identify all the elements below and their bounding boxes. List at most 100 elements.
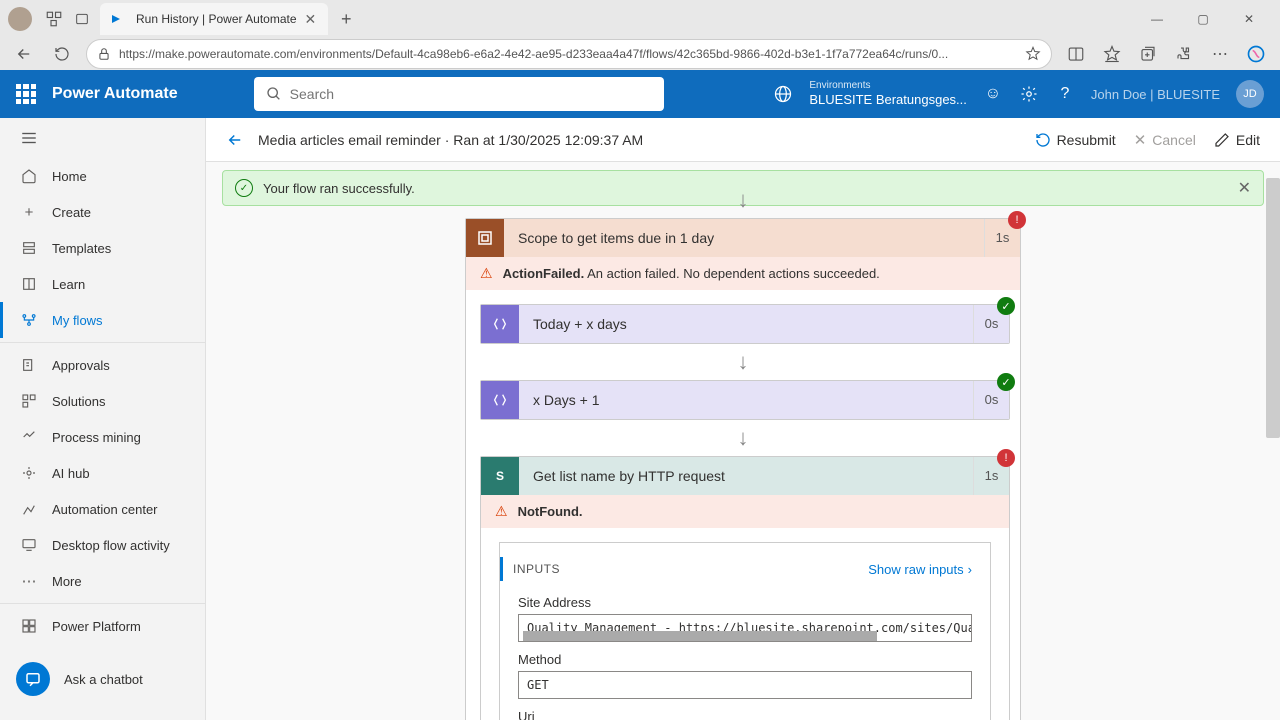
step-title: Get list name by HTTP request [519, 468, 973, 484]
error-strip: ⚠ ActionFailed. An action failed. No dep… [466, 257, 1020, 290]
split-screen-icon[interactable] [1062, 40, 1090, 68]
field-value-site[interactable]: Quality_Management - https://bluesite.sh… [518, 614, 972, 642]
chevron-right-icon: › [968, 562, 972, 577]
power-platform-icon [20, 617, 38, 635]
step-http-request[interactable]: ! S Get list name by HTTP request 1s ⚠ N… [480, 456, 1010, 720]
flow-breadcrumb: Media articles email reminder · Ran at 1… [258, 132, 643, 148]
flow-canvas[interactable]: ↓ ! Scope to get items due in 1 day 1s ⚠… [206, 172, 1280, 720]
copilot-icon[interactable] [1242, 40, 1270, 68]
nav-toggle-icon[interactable] [0, 118, 205, 158]
browser-chrome: Run History | Power Automate ✕ + — ▢ ✕ h… [0, 0, 1280, 70]
nav-my-flows[interactable]: My flows [0, 302, 205, 338]
field-label-site: Site Address [518, 595, 972, 610]
compose-icon [481, 305, 519, 343]
environment-icon[interactable] [773, 84, 793, 104]
desktop-icon [20, 536, 38, 554]
lock-icon [97, 47, 111, 61]
step-title: x Days + 1 [519, 392, 973, 408]
minimize-icon[interactable]: — [1134, 3, 1180, 35]
back-arrow-icon[interactable] [226, 131, 244, 149]
step-scope[interactable]: ! Scope to get items due in 1 day 1s ⚠ A… [465, 218, 1021, 720]
more-icon[interactable]: ⋯ [1206, 40, 1234, 68]
chatbot-icon [16, 662, 50, 696]
content-area: Media articles email reminder · Ran at 1… [206, 118, 1280, 720]
feedback-icon[interactable]: ☺ [983, 84, 1003, 104]
back-icon[interactable] [10, 40, 38, 68]
left-nav: Home +Create Templates Learn My flows Ap… [0, 118, 206, 720]
field-label-method: Method [518, 652, 972, 667]
environment-selector[interactable]: Environments BLUESITE Beratungsges... [809, 80, 967, 108]
app-title[interactable]: Power Automate [52, 85, 178, 103]
extensions-icon[interactable] [1170, 40, 1198, 68]
user-avatar[interactable]: JD [1236, 80, 1264, 108]
app-launcher-icon[interactable] [16, 84, 36, 104]
profile-avatar-icon[interactable] [8, 7, 32, 31]
inputs-title: INPUTS [513, 562, 560, 576]
step-title: Today + x days [519, 316, 973, 332]
more-dots-icon: ⋯ [20, 572, 38, 590]
env-name: BLUESITE Beratungsges... [809, 92, 967, 108]
favorite-star-icon[interactable] [1025, 46, 1041, 62]
flows-icon [20, 311, 38, 329]
nav-more[interactable]: ⋯More [0, 563, 205, 599]
nav-ai-hub[interactable]: AI hub [0, 455, 205, 491]
status-error-icon: ! [997, 449, 1015, 467]
nav-create[interactable]: +Create [0, 194, 205, 230]
nav-solutions[interactable]: Solutions [0, 383, 205, 419]
search-input[interactable] [290, 86, 652, 102]
inputs-panel: INPUTS Show raw inputs › Site Address Qu… [499, 542, 991, 720]
settings-gear-icon[interactable] [1019, 84, 1039, 104]
nav-desktop-flow[interactable]: Desktop flow activity [0, 527, 205, 563]
close-window-icon[interactable]: ✕ [1226, 3, 1272, 35]
nav-templates[interactable]: Templates [0, 230, 205, 266]
show-raw-inputs-link[interactable]: Show raw inputs › [868, 562, 972, 577]
help-icon[interactable]: ? [1055, 84, 1075, 104]
search-box[interactable] [254, 77, 664, 111]
pencil-icon [1214, 132, 1230, 148]
chatbot-button[interactable]: Ask a chatbot [0, 650, 205, 708]
chart-icon [20, 500, 38, 518]
close-tab-icon[interactable]: ✕ [305, 11, 317, 28]
compose-icon [481, 381, 519, 419]
nav-learn[interactable]: Learn [0, 266, 205, 302]
favorites-icon[interactable] [1098, 40, 1126, 68]
nav-process-mining[interactable]: Process mining [0, 419, 205, 455]
workspaces-icon[interactable] [44, 9, 64, 29]
cancel-button: ✕Cancel [1134, 131, 1196, 149]
refresh-icon[interactable] [48, 40, 76, 68]
content-header: Media articles email reminder · Ran at 1… [206, 118, 1280, 162]
error-strip: ⚠ NotFound. [481, 495, 1009, 528]
env-label: Environments [809, 80, 967, 92]
browser-tab[interactable]: Run History | Power Automate ✕ [100, 3, 328, 35]
flow-arrow-icon: ↓ [465, 182, 1021, 218]
new-tab-button[interactable]: + [332, 5, 360, 33]
flow-arrow-icon: ↓ [480, 344, 1006, 380]
warning-icon: ⚠ [480, 265, 493, 282]
step-today-plus-x[interactable]: ✓ Today + x days 0s [480, 304, 1010, 344]
vertical-scrollbar[interactable] [1266, 178, 1280, 438]
address-bar[interactable]: https://make.powerautomate.com/environme… [86, 39, 1052, 69]
solutions-icon [20, 392, 38, 410]
user-name: John Doe | BLUESITE [1091, 87, 1220, 102]
resubmit-button[interactable]: Resubmit [1035, 131, 1116, 149]
nav-approvals[interactable]: Approvals [0, 347, 205, 383]
mining-icon [20, 428, 38, 446]
tab-actions-icon[interactable] [72, 9, 92, 29]
collections-icon[interactable] [1134, 40, 1162, 68]
maximize-icon[interactable]: ▢ [1180, 3, 1226, 35]
ai-icon [20, 464, 38, 482]
step-title: Scope to get items due in 1 day [504, 230, 984, 246]
power-automate-favicon-icon [112, 11, 128, 27]
status-ok-icon: ✓ [997, 297, 1015, 315]
nav-automation-center[interactable]: Automation center [0, 491, 205, 527]
step-x-days-plus-1[interactable]: ✓ x Days + 1 0s [480, 380, 1010, 420]
edit-button[interactable]: Edit [1214, 131, 1260, 149]
field-value-method[interactable]: GET [518, 671, 972, 699]
tab-title: Run History | Power Automate [136, 12, 297, 26]
nav-home[interactable]: Home [0, 158, 205, 194]
book-icon [20, 275, 38, 293]
replay-icon [1035, 132, 1051, 148]
nav-power-platform[interactable]: Power Platform [0, 608, 205, 644]
approvals-icon [20, 356, 38, 374]
status-error-icon: ! [1008, 211, 1026, 229]
